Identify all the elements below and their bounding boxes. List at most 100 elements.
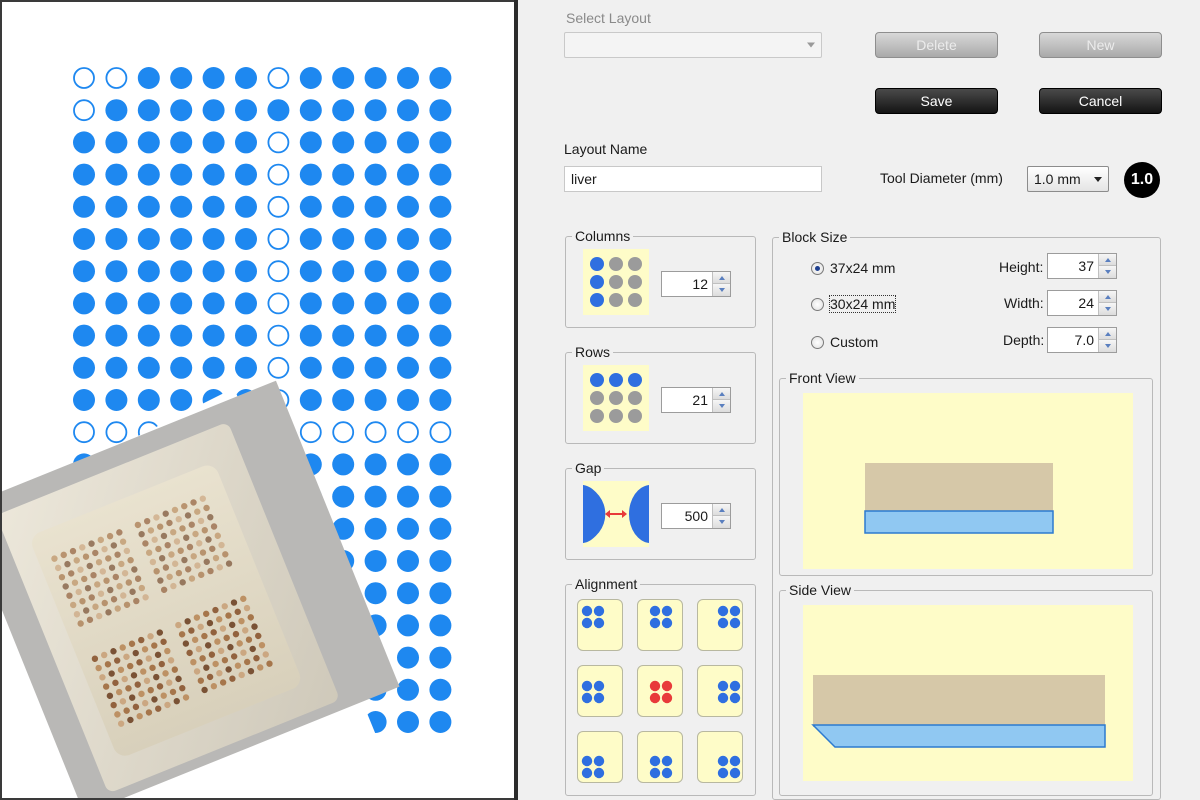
align-bottom-left-button[interactable] [577,731,623,783]
increment-icon[interactable] [1099,291,1116,303]
core-dot [137,678,160,701]
core-dot [73,517,95,540]
columns-value: 12 [692,276,708,292]
decrement-icon[interactable] [1099,303,1116,315]
core-dot [235,99,257,122]
new-button[interactable]: New [1039,32,1162,58]
core-dot [137,356,160,379]
core-dot [299,550,322,572]
block-shape [813,675,1105,727]
empty-core-dot [137,421,160,444]
width-stepper[interactable]: 24 [1047,290,1117,316]
increment-icon[interactable] [713,504,730,516]
core-dot [105,711,128,733]
select-layout-combo[interactable] [564,32,822,58]
decrement-icon[interactable] [1099,340,1116,352]
block-option-37x24[interactable]: 37x24 mm [811,260,895,276]
core-dot [364,324,387,347]
empty-core-dot [397,421,419,444]
core-dot [73,389,95,411]
core-dot [202,195,225,218]
core-dot [332,582,355,605]
array-preview-panel [2,2,514,798]
core-dot [202,453,225,476]
align-bottom-center-button[interactable] [637,731,683,783]
core-dot [364,678,387,701]
core-dot [235,550,257,572]
increment-icon[interactable] [1099,328,1116,340]
decrement-icon[interactable] [713,284,730,296]
alignment-dots-icon [717,755,741,779]
core-dot [397,678,419,701]
core-dot [170,678,193,701]
core-dot [235,711,257,733]
block-option-30x24[interactable]: 30x24 mm [811,295,897,313]
empty-core-dot [202,421,225,444]
empty-core-dot [267,163,290,186]
cancel-button[interactable]: Cancel [1039,88,1162,114]
core-dot [73,711,95,733]
tool-diameter-select[interactable]: 1.0 mm [1027,166,1109,192]
core-dot [332,131,355,154]
core-dot [137,453,160,476]
core-dot [73,195,95,218]
core-dot [429,260,452,283]
rows-stepper[interactable]: 21 [661,387,731,413]
core-dot [332,646,355,669]
align-middle-left-button[interactable] [577,665,623,717]
block-option-custom[interactable]: Custom [811,334,878,350]
core-dot [299,356,322,379]
align-middle-right-button[interactable] [697,665,743,717]
core-dot [364,646,387,669]
rows-value: 21 [692,392,708,408]
save-button[interactable]: Save [875,88,998,114]
core-dot [299,163,322,186]
core-dot [235,453,257,476]
align-top-left-button[interactable] [577,599,623,651]
core-dot [429,711,452,733]
core-dot [235,646,257,669]
layout-name-field[interactable]: liver [564,166,822,192]
empty-core-dot [105,67,128,89]
core-dot [429,163,452,186]
core-dot [105,228,128,250]
tool-diameter-badge: 1.0 [1124,162,1160,198]
align-top-right-button[interactable] [697,599,743,651]
core-dot [105,485,128,508]
core-dot [170,485,193,508]
core-dot [202,550,225,572]
decrement-icon[interactable] [1099,266,1116,278]
block-option-label: Custom [830,334,879,350]
increment-icon[interactable] [713,272,730,284]
block-option-label: 37x24 mm [830,260,896,276]
core-dot [170,614,193,637]
decrement-icon[interactable] [713,516,730,528]
core-dot [137,614,160,637]
alignment-dots-icon [581,755,605,779]
delete-button[interactable]: Delete [875,32,998,58]
empty-core-dot [267,131,290,154]
core-dot [137,163,160,186]
slide-shape [864,510,1054,534]
core-dot [299,67,322,89]
chevron-down-icon [1094,177,1102,182]
core-dot [332,485,355,508]
core-dot [397,163,419,186]
align-center-button[interactable] [637,665,683,717]
columns-stepper[interactable]: 12 [661,271,731,297]
core-dot [73,646,95,669]
decrement-icon[interactable] [713,400,730,412]
core-dot [202,131,225,154]
increment-icon[interactable] [1099,254,1116,266]
core-dot [397,228,419,250]
height-stepper[interactable]: 37 [1047,253,1117,279]
columns-group: Columns 12 [565,228,756,328]
core-dot [332,195,355,218]
core-dot [137,131,160,154]
width-value: 24 [1078,295,1094,311]
depth-stepper[interactable]: 7.0 [1047,327,1117,353]
align-top-center-button[interactable] [637,599,683,651]
increment-icon[interactable] [713,388,730,400]
align-bottom-right-button[interactable] [697,731,743,783]
gap-stepper[interactable]: 500 [661,503,731,529]
